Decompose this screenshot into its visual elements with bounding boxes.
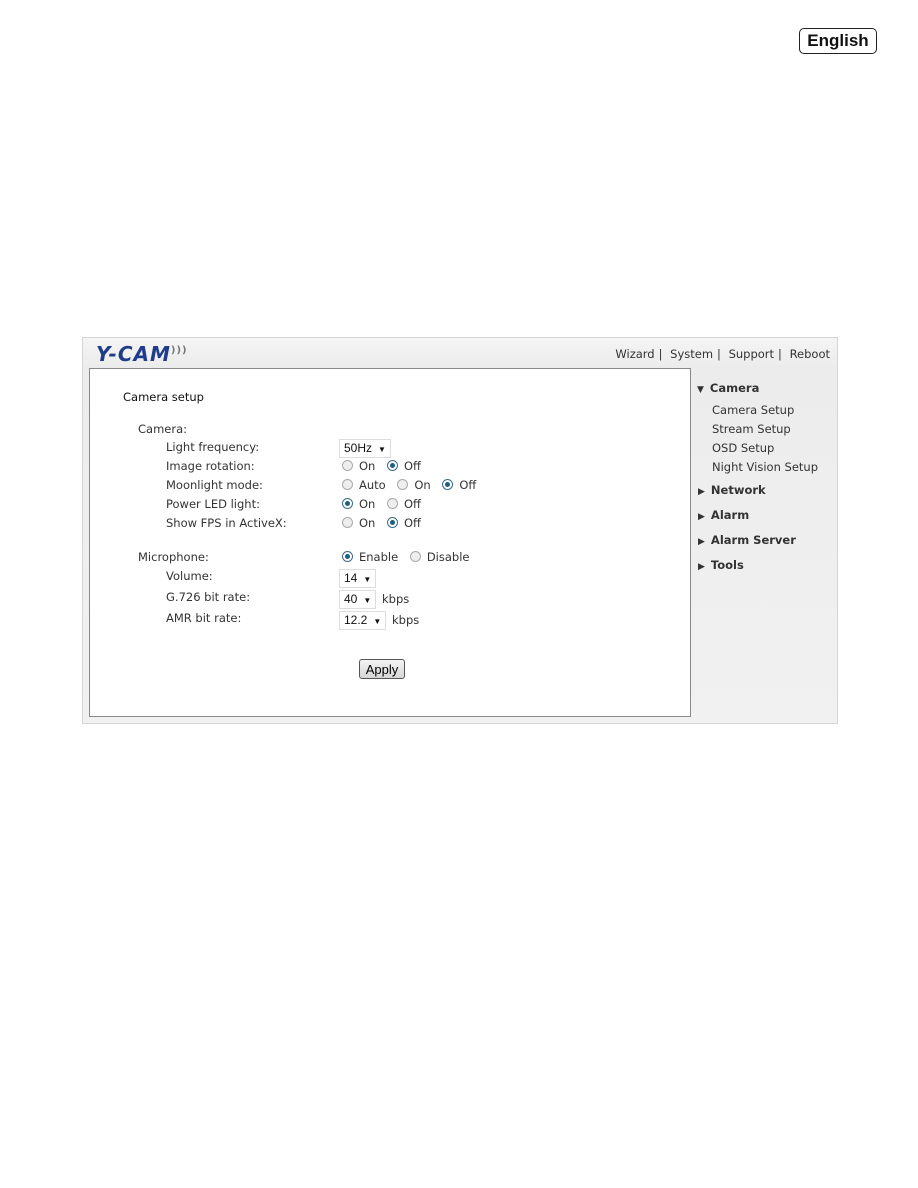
- microphone-enable-radio[interactable]: [342, 551, 353, 562]
- sidebar-camera[interactable]: ▼ Camera: [697, 381, 759, 395]
- volume-select[interactable]: 14 ▼: [339, 567, 377, 588]
- sidebar-item-stream-setup[interactable]: Stream Setup: [712, 422, 791, 436]
- moonlight-off-radio[interactable]: [442, 479, 454, 490]
- power-led-label: Power LED light:: [166, 497, 260, 511]
- moonlight-mode-label: Moonlight mode:: [166, 478, 263, 492]
- amr-label: AMR bit rate:: [166, 611, 242, 625]
- microphone-disable-radio[interactable]: [409, 551, 421, 562]
- amr-select[interactable]: 12.2 ▼: [339, 609, 387, 630]
- sidebar-network[interactable]: ▶ Network: [698, 483, 766, 497]
- chevron-down-icon: ▼: [363, 575, 372, 584]
- sidebar-alarm[interactable]: ▶ Alarm: [698, 508, 749, 522]
- language-button[interactable]: English: [799, 28, 877, 54]
- triangle-right-icon: ▶: [698, 512, 705, 522]
- chevron-down-icon: ▼: [363, 596, 372, 605]
- g726-label: G.726 bit rate:: [166, 590, 251, 604]
- top-nav: Wizard | System | Support | Reboot: [615, 347, 830, 361]
- light-frequency-label: Light frequency:: [166, 440, 260, 454]
- triangle-down-icon: ▼: [697, 385, 704, 395]
- microphone-label: Microphone:: [138, 550, 209, 564]
- sidebar-alarm-server[interactable]: ▶ Alarm Server: [698, 533, 796, 547]
- g726-unit: kbps: [382, 592, 410, 606]
- moonlight-mode-radios: Auto On Off: [342, 478, 476, 492]
- light-frequency-select[interactable]: 50Hz ▼: [339, 437, 391, 458]
- image-rotation-label: Image rotation:: [166, 459, 255, 473]
- triangle-right-icon: ▶: [698, 537, 705, 547]
- triangle-right-icon: ▶: [698, 562, 705, 572]
- show-fps-off-radio[interactable]: [387, 517, 398, 528]
- logo: Y-CAM))): [96, 342, 188, 366]
- wireless-icon: ))): [170, 345, 188, 356]
- sidebar-item-night-vision-setup[interactable]: Night Vision Setup: [712, 460, 818, 474]
- triangle-right-icon: ▶: [698, 487, 705, 497]
- nav-reboot[interactable]: Reboot: [790, 347, 830, 361]
- camera-section-label: Camera:: [138, 422, 188, 436]
- g726-select[interactable]: 40 ▼: [339, 588, 377, 609]
- sidebar-tools[interactable]: ▶ Tools: [698, 558, 744, 572]
- image-rotation-on-radio[interactable]: [342, 460, 353, 471]
- power-led-on-radio[interactable]: [342, 498, 353, 509]
- image-rotation-radios: On Off: [342, 459, 421, 473]
- sidebar-item-camera-setup[interactable]: Camera Setup: [712, 403, 794, 417]
- amr-unit: kbps: [392, 613, 420, 627]
- sidebar-item-osd-setup[interactable]: OSD Setup: [712, 441, 774, 455]
- chevron-down-icon: ▼: [373, 617, 382, 626]
- moonlight-on-radio[interactable]: [397, 479, 409, 490]
- page-title: Camera setup: [123, 390, 204, 404]
- image-rotation-off-radio[interactable]: [387, 460, 398, 471]
- volume-label: Volume:: [166, 569, 213, 583]
- show-fps-radios: On Off: [342, 516, 421, 530]
- power-led-off-radio[interactable]: [387, 498, 398, 509]
- power-led-radios: On Off: [342, 497, 421, 511]
- nav-wizard[interactable]: Wizard: [615, 347, 654, 361]
- nav-system[interactable]: System: [670, 347, 713, 361]
- microphone-radios: Enable Disable: [342, 550, 470, 564]
- chevron-down-icon: ▼: [378, 445, 386, 454]
- nav-support[interactable]: Support: [729, 347, 774, 361]
- show-fps-label: Show FPS in ActiveX:: [166, 516, 287, 530]
- show-fps-on-radio[interactable]: [342, 517, 353, 528]
- apply-button[interactable]: Apply: [359, 659, 405, 679]
- moonlight-auto-radio[interactable]: [342, 479, 353, 490]
